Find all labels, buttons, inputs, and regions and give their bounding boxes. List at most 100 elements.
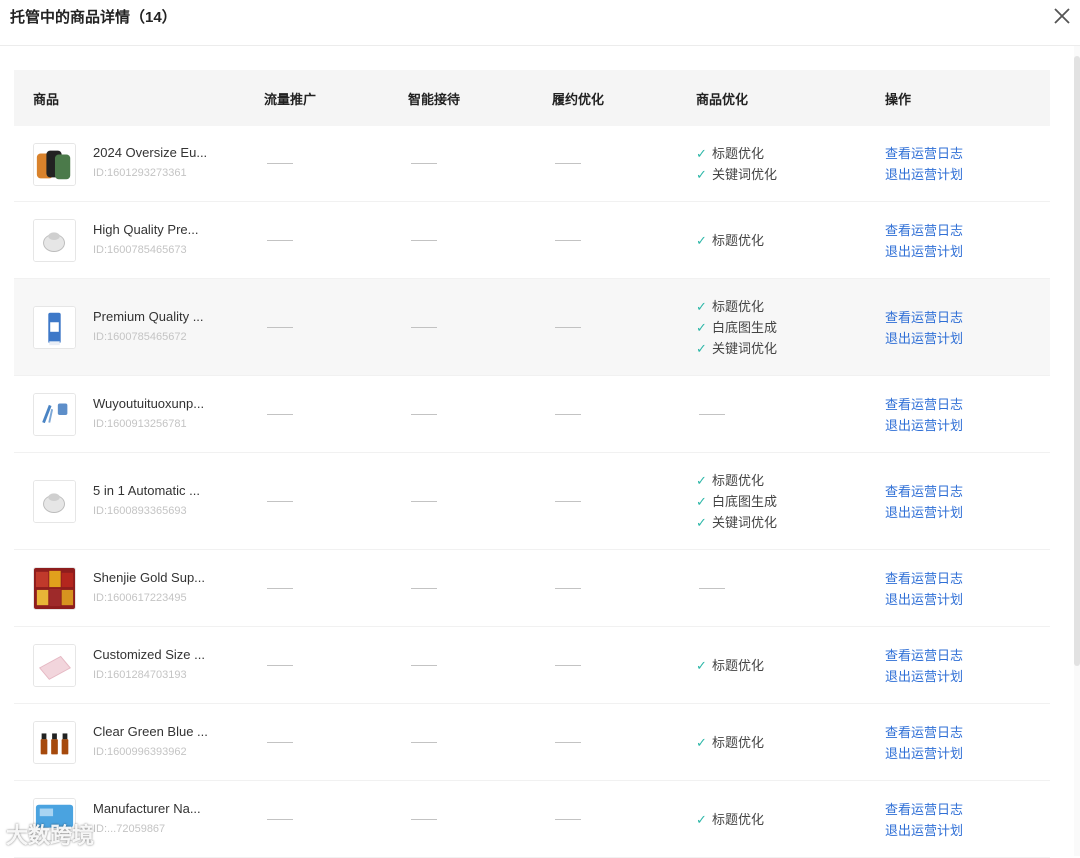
traffic-value: —— [267,493,293,508]
table-row: Manufacturer Na... ID:...72059867 —— —— —— ✓ 标… [14,781,1050,858]
white-device-image[interactable] [33,480,76,523]
chat-value: —— [411,493,437,508]
product-id: ID:1600913256781 [93,418,187,430]
product-name[interactable]: 2024 Oversize Eu... [93,145,207,160]
check-icon: ✓ [696,515,707,530]
view-log-link[interactable]: 查看运营日志 [885,394,963,415]
traffic-value: —— [267,580,293,595]
view-log-link[interactable]: 查看运营日志 [885,722,963,743]
optimization-label: 标题优化 [712,233,765,248]
view-log-link[interactable]: 查看运营日志 [885,799,963,820]
view-log-link[interactable]: 查看运营日志 [885,307,963,328]
optimization-label: 关键词优化 [712,167,778,182]
close-icon[interactable] [1050,4,1074,28]
product-id: ID:1600893365693 [93,505,187,517]
view-log-link[interactable]: 查看运营日志 [885,220,963,241]
product-name[interactable]: Shenjie Gold Sup... [93,570,205,585]
check-icon: ✓ [696,812,707,827]
modal-title: 托管中的商品详情（14） [10,9,177,26]
optimization-list: ✓ 标题优化 ✓ 白底图生成 ✓ 关键词优化 [696,470,777,533]
traffic-value: —— [267,657,293,672]
product-name[interactable]: Wuyoutuituoxunp... [93,396,204,411]
check-icon: ✓ [696,494,707,509]
table-row: Wuyoutuituoxunp... ID:1600913256781 —— —— ——… [14,376,1050,453]
product-name[interactable]: 5 in 1 Automatic ... [93,483,200,498]
cosmetic-tools-image[interactable] [33,393,76,436]
pink-mat-image[interactable] [33,644,76,687]
view-log-link[interactable]: 查看运营日志 [885,143,963,164]
row-actions: 查看运营日志 退出运营计划 [885,568,963,610]
table-row: 2024 Oversize Eu... ID:1601293273361 —— —— —… [14,126,1050,202]
exit-plan-link[interactable]: 退出运营计划 [885,415,963,436]
optimization-list: ✓ 标题优化 [696,230,764,251]
exit-plan-link[interactable]: 退出运营计划 [885,589,963,610]
scrollbar-thumb[interactable] [1074,56,1080,666]
check-icon: ✓ [696,233,707,248]
chat-value: —— [411,734,437,749]
fulfill-value: —— [555,319,581,334]
red-gold-boxes-image[interactable] [33,567,76,610]
row-actions: 查看运营日志 退出运营计划 [885,143,963,185]
header-optimization: 商品优化 [696,92,749,107]
product-id: ID:1600617223495 [93,592,187,604]
optimization-label: 标题优化 [712,146,765,161]
row-actions: 查看运营日志 退出运营计划 [885,394,963,436]
product-id: ID:1600785465673 [93,244,187,256]
exit-plan-link[interactable]: 退出运营计划 [885,820,963,841]
optimization-item: ✓ 标题优化 [696,655,764,676]
product-name[interactable]: Customized Size ... [93,647,205,662]
product-id: ID:...72059867 [93,823,166,835]
check-icon: ✓ [696,299,707,314]
optimization-label: 标题优化 [712,473,765,488]
view-log-link[interactable]: 查看运营日志 [885,645,963,666]
header-goods: 商品 [33,92,60,107]
product-name[interactable]: Manufacturer Na... [93,801,201,816]
chat-value: —— [411,319,437,334]
product-table: 商品 流量推广 智能接待 履约优化 商品优化 操作 2024 Oversize … [14,70,1050,858]
optimization-item: ✓ 关键词优化 [696,164,777,185]
chat-value: —— [411,811,437,826]
optimization-label: 标题优化 [712,658,765,673]
optimization-label: 白底图生成 [712,320,778,335]
view-log-link[interactable]: 查看运营日志 [885,481,963,502]
table-row: Customized Size ... ID:1601284703193 —— —— —… [14,627,1050,704]
product-name[interactable]: Premium Quality ... [93,309,204,324]
table-row: Clear Green Blue ... ID:1600996393962 —— ——… [14,704,1050,781]
sweaters-image[interactable] [33,143,76,186]
optimization-list: ✓ 标题优化 [696,655,764,676]
exit-plan-link[interactable]: 退出运营计划 [885,164,963,185]
product-id: ID:1600785465672 [93,331,187,343]
modal-header: 托管中的商品详情（14） [0,0,1080,46]
optimization-item: ✓ 标题优化 [696,296,777,317]
header-operation: 操作 [885,92,912,107]
blue-bottle-image[interactable] [33,306,76,349]
check-icon: ✓ [696,735,707,750]
row-actions: 查看运营日志 退出运营计划 [885,722,963,764]
view-log-link[interactable]: 查看运营日志 [885,568,963,589]
exit-plan-link[interactable]: 退出运营计划 [885,666,963,687]
exit-plan-link[interactable]: 退出运营计划 [885,328,963,349]
fulfill-value: —— [555,580,581,595]
traffic-value: —— [267,406,293,421]
optimization-item: ✓ 标题优化 [696,732,764,753]
header-fulfill: 履约优化 [552,92,605,107]
traffic-value: —— [267,811,293,826]
white-device-image[interactable] [33,219,76,262]
watermark: 大数跨境 [6,823,95,848]
optimization-label: 白底图生成 [712,494,778,509]
optimization-item: ✓ 标题优化 [696,143,777,164]
product-name[interactable]: High Quality Pre... [93,222,199,237]
exit-plan-link[interactable]: 退出运营计划 [885,502,963,523]
optimization-list: ✓ 标题优化 ✓ 关键词优化 [696,143,777,185]
product-name[interactable]: Clear Green Blue ... [93,724,208,739]
chat-value: —— [411,657,437,672]
product-id: ID:1601284703193 [93,669,187,681]
fulfill-value: —— [555,657,581,672]
exit-plan-link[interactable]: 退出运营计划 [885,743,963,764]
amber-bottles-image[interactable] [33,721,76,764]
exit-plan-link[interactable]: 退出运营计划 [885,241,963,262]
fulfill-value: —— [555,155,581,170]
traffic-value: —— [267,155,293,170]
scrollbar[interactable] [1074,46,1080,856]
check-icon: ✓ [696,320,707,335]
